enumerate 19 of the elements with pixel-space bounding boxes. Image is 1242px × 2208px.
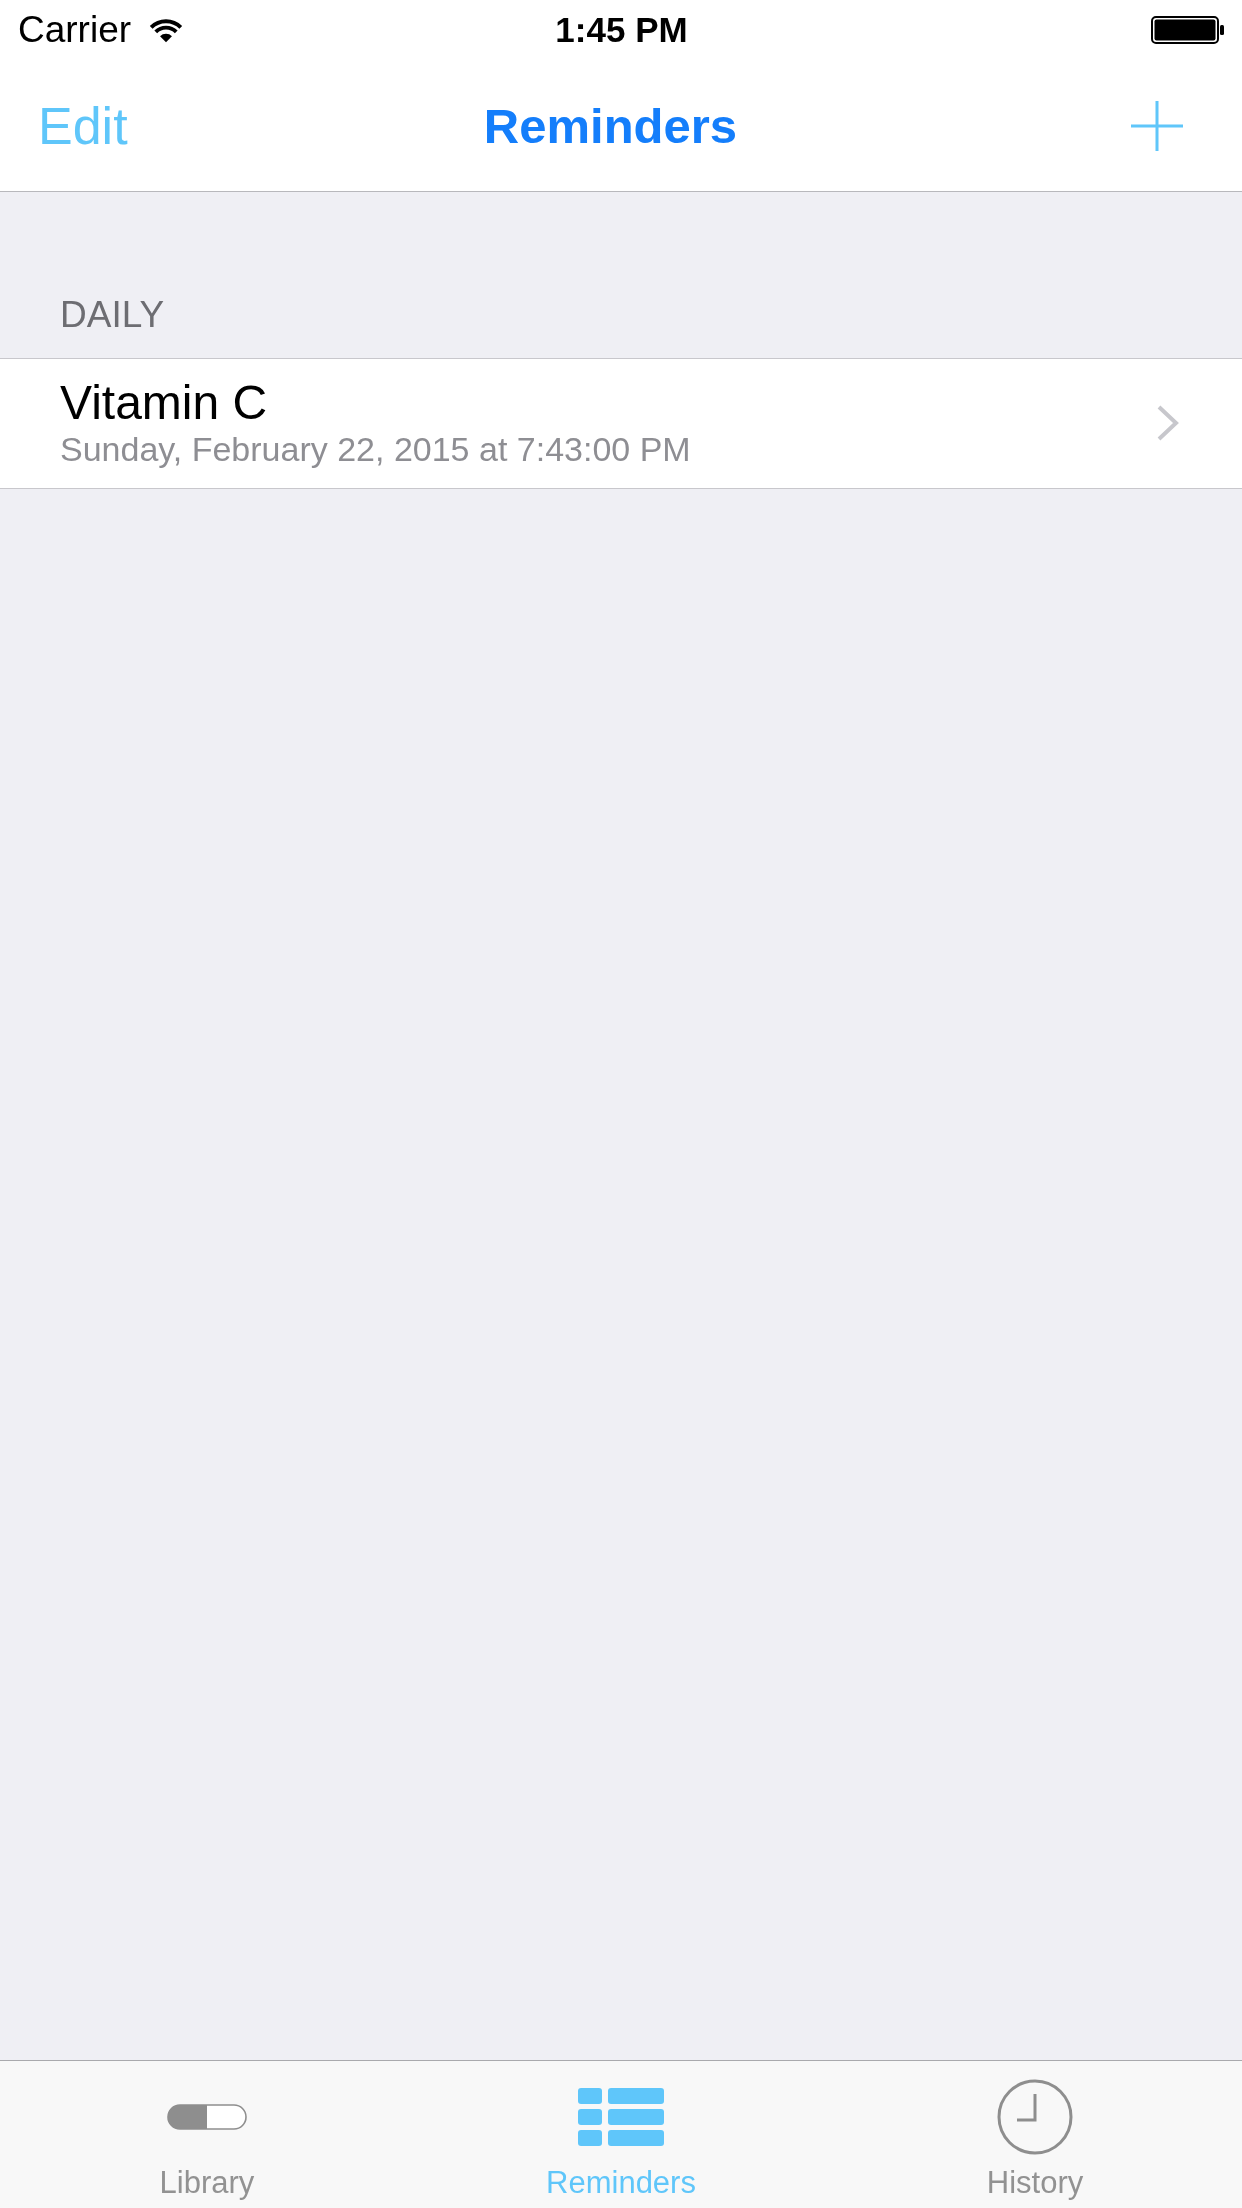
status-time: 1:45 PM — [555, 9, 688, 51]
wifi-icon — [149, 16, 184, 44]
section-header: DAILY — [60, 293, 165, 337]
chevron-icon — [1156, 404, 1180, 442]
pill-icon — [167, 2104, 247, 2130]
plus-icon — [1131, 100, 1183, 151]
add-button[interactable] — [1131, 100, 1183, 151]
tab-button[interactable]: History — [986, 2079, 1084, 2201]
edit-button[interactable]: Edit — [38, 95, 128, 156]
reminder-title: Vitamin C — [60, 377, 268, 429]
reminder-row[interactable]: Vitamin C Sunday, February 22, 2015 at 7:43:00 PM — [0, 358, 1242, 489]
reminder-date: Sunday, February 22, 2015 at 7:43:00 PM — [60, 429, 691, 469]
battery-icon — [1151, 16, 1225, 44]
tab-button[interactable]: Reminders — [546, 2079, 696, 2201]
tab-button[interactable]: Library — [159, 2079, 255, 2201]
carrier-label: Carrier — [18, 8, 132, 52]
nav-title: Reminders — [483, 97, 738, 155]
list-icon — [578, 2088, 664, 2146]
clock-icon — [997, 2079, 1073, 2155]
